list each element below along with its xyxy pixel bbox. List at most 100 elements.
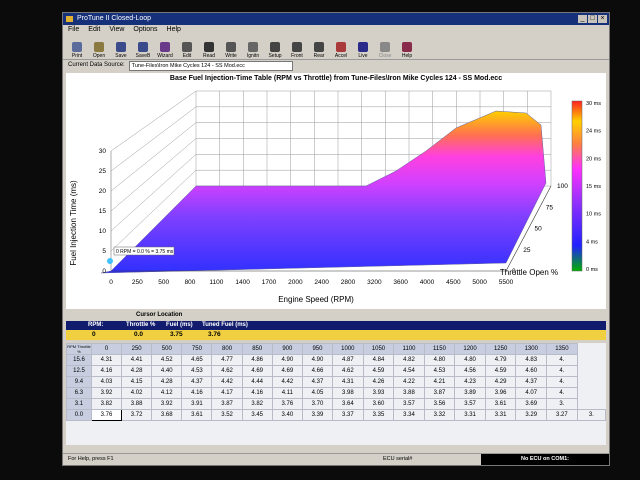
toolbar-ignitn-button[interactable]: Ignitn bbox=[243, 37, 263, 59]
toolbar-print-button[interactable]: Print bbox=[67, 37, 87, 59]
fuel-cell[interactable]: 4.16 bbox=[241, 387, 273, 399]
fuel-cell[interactable]: 4.60 bbox=[515, 365, 548, 377]
fuel-cell[interactable]: 3.31 bbox=[454, 409, 486, 421]
fuel-cell[interactable]: 4.87 bbox=[332, 354, 364, 366]
fuel-table[interactable]: RPM Throttle % 0 250 500 750 800 850 900 950 1000… bbox=[66, 343, 606, 445]
fuel-cell[interactable]: 4.31 bbox=[332, 376, 364, 388]
fuel-cell[interactable]: 4.42 bbox=[271, 376, 303, 388]
toolbar-setup-button[interactable]: Setup bbox=[265, 37, 285, 59]
fuel-cell[interactable]: 4.53 bbox=[423, 365, 456, 377]
toolbar-help-button[interactable]: Help bbox=[397, 37, 417, 59]
fuel-cell[interactable]: 3.93 bbox=[362, 387, 395, 399]
toolbar-save-button[interactable]: Save bbox=[111, 37, 131, 59]
fuel-cell[interactable]: 4.41 bbox=[121, 354, 153, 366]
close-window-button[interactable]: × bbox=[598, 15, 607, 23]
fuel-cell[interactable]: 4.69 bbox=[241, 365, 273, 377]
fuel-cell[interactable]: 4.66 bbox=[301, 365, 334, 377]
fuel-cell[interactable]: 3.98 bbox=[332, 387, 364, 399]
fuel-cell[interactable]: 3.61 bbox=[484, 398, 517, 410]
fuel-cell[interactable]: 4.80 bbox=[454, 354, 486, 366]
fuel-cell[interactable]: 4.80 bbox=[423, 354, 456, 366]
fuel-cell[interactable]: 3.70 bbox=[301, 398, 334, 410]
fuel-cell[interactable]: 3.61 bbox=[181, 409, 213, 421]
toolbar-close-button[interactable]: Close bbox=[375, 37, 395, 59]
fuel-cell[interactable]: 3.76 bbox=[90, 409, 123, 421]
toolbar-rear-button[interactable]: Rear bbox=[309, 37, 329, 59]
fuel-cell[interactable]: 4.44 bbox=[241, 376, 273, 388]
data-source-select[interactable]: Tune-Files\Iron Mike Cycles 124 - SS Mod… bbox=[128, 61, 293, 71]
fuel-cell[interactable]: 3.35 bbox=[362, 409, 395, 421]
fuel-cell[interactable]: 3.92 bbox=[151, 398, 183, 410]
fuel-cell[interactable]: 3.87 bbox=[423, 387, 456, 399]
fuel-cell[interactable]: 4.82 bbox=[393, 354, 425, 366]
fuel-cell[interactable]: 4. bbox=[546, 354, 578, 366]
fuel-cell[interactable]: 3.96 bbox=[484, 387, 517, 399]
toolbar-accel-button[interactable]: Accel bbox=[331, 37, 351, 59]
fuel-cell[interactable]: 3.31 bbox=[484, 409, 517, 421]
fuel-cell[interactable]: 3.27 bbox=[546, 409, 578, 421]
fuel-cell[interactable]: 4.62 bbox=[211, 365, 243, 377]
fuel-cell[interactable]: 4.07 bbox=[515, 387, 548, 399]
fuel-cell[interactable]: 4.77 bbox=[211, 354, 243, 366]
toolbar-read-button[interactable]: Read bbox=[199, 37, 219, 59]
maximize-button[interactable]: □ bbox=[588, 15, 597, 23]
fuel-cell[interactable]: 3.69 bbox=[515, 398, 548, 410]
fuel-cell[interactable]: 4.53 bbox=[181, 365, 213, 377]
fuel-cell[interactable]: 3.45 bbox=[241, 409, 273, 421]
fuel-cell[interactable]: 3.57 bbox=[454, 398, 486, 410]
toolbar-wizard-button[interactable]: Wizard bbox=[155, 37, 175, 59]
fuel-cell[interactable]: 4.69 bbox=[271, 365, 303, 377]
fuel-cell[interactable]: 4.03 bbox=[90, 376, 123, 388]
fuel-cell[interactable]: 3.40 bbox=[271, 409, 303, 421]
fuel-cell[interactable]: 3.87 bbox=[211, 398, 243, 410]
fuel-cell[interactable]: 4.28 bbox=[151, 376, 183, 388]
fuel-cell[interactable]: 4.16 bbox=[90, 365, 123, 377]
fuel-cell[interactable]: 3.32 bbox=[423, 409, 456, 421]
fuel-cell[interactable]: 3.68 bbox=[151, 409, 183, 421]
toolbar-live-button[interactable]: Live bbox=[353, 37, 373, 59]
fuel-cell[interactable]: 4.90 bbox=[271, 354, 303, 366]
fuel-cell[interactable]: 4.56 bbox=[454, 365, 486, 377]
fuel-cell[interactable]: 4.40 bbox=[151, 365, 183, 377]
fuel-cell[interactable]: 4.23 bbox=[454, 376, 486, 388]
fuel-cell[interactable]: 4.26 bbox=[362, 376, 395, 388]
fuel-cell[interactable]: 4.59 bbox=[362, 365, 395, 377]
fuel-cell[interactable]: 4.90 bbox=[301, 354, 334, 366]
fuel-cell[interactable]: 3.52 bbox=[211, 409, 243, 421]
toolbar-open-button[interactable]: Open bbox=[89, 37, 109, 59]
fuel-cell[interactable]: 3.92 bbox=[90, 387, 123, 399]
menu-options[interactable]: Options bbox=[133, 25, 157, 35]
fuel-cell[interactable]: 3. bbox=[576, 409, 606, 421]
fuel-cell[interactable]: 4.17 bbox=[211, 387, 243, 399]
fuel-cell[interactable]: 4.31 bbox=[90, 354, 123, 366]
fuel-cell[interactable]: 4.11 bbox=[271, 387, 303, 399]
fuel-cell[interactable]: 3.72 bbox=[121, 409, 153, 421]
fuel-cell[interactable]: 4.59 bbox=[484, 365, 517, 377]
fuel-cell[interactable]: 3.29 bbox=[515, 409, 548, 421]
fuel-cell[interactable]: 4.22 bbox=[393, 376, 425, 388]
fuel-cell[interactable]: 4.28 bbox=[121, 365, 153, 377]
menu-help[interactable]: Help bbox=[167, 25, 181, 35]
fuel-surface-chart[interactable]: 0 5 10 15 20 25 30 0 250 500 800 1100 1400 1700 2000 2… bbox=[66, 73, 606, 309]
fuel-cell[interactable]: 4.83 bbox=[515, 354, 548, 366]
toolbar-saveb-button[interactable]: SaveB bbox=[133, 37, 153, 59]
fuel-cell[interactable]: 4.37 bbox=[301, 376, 334, 388]
toolbar-edit-button[interactable]: Edit bbox=[177, 37, 197, 59]
fuel-cell[interactable]: 4. bbox=[546, 365, 578, 377]
fuel-cell[interactable]: 4.62 bbox=[332, 365, 364, 377]
fuel-cell[interactable]: 4.16 bbox=[181, 387, 213, 399]
fuel-cell[interactable]: 4. bbox=[546, 387, 578, 399]
fuel-cell[interactable]: 3.76 bbox=[271, 398, 303, 410]
fuel-cell[interactable]: 3. bbox=[546, 398, 578, 410]
fuel-cell[interactable]: 3.82 bbox=[90, 398, 123, 410]
fuel-cell[interactable]: 4. bbox=[546, 376, 578, 388]
fuel-cell[interactable]: 4.79 bbox=[484, 354, 517, 366]
fuel-cell[interactable]: 3.56 bbox=[423, 398, 456, 410]
fuel-cell[interactable]: 3.34 bbox=[393, 409, 425, 421]
fuel-cell[interactable]: 3.37 bbox=[332, 409, 364, 421]
fuel-cell[interactable]: 4.37 bbox=[515, 376, 548, 388]
menu-edit[interactable]: Edit bbox=[88, 25, 100, 35]
fuel-cell[interactable]: 4.54 bbox=[393, 365, 425, 377]
fuel-cell[interactable]: 4.02 bbox=[121, 387, 153, 399]
minimize-button[interactable]: _ bbox=[578, 15, 587, 23]
